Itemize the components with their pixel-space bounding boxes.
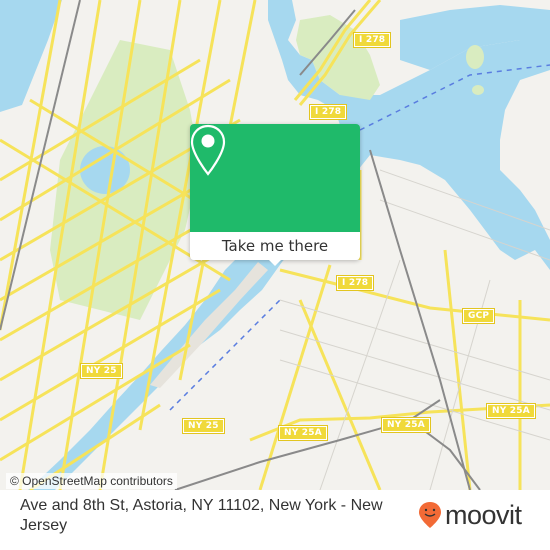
island: [472, 85, 484, 95]
take-me-there-button[interactable]: Take me there: [190, 232, 360, 260]
road-label-gcp: GCP: [463, 309, 495, 323]
road-label-i278: I 278: [337, 276, 374, 290]
road-label-i278: I 278: [354, 33, 391, 47]
road-label-ny25: NY 25: [183, 419, 224, 433]
popup-header: [190, 124, 360, 232]
address-text: Ave and 8th St, Astoria, NY 11102, New Y…: [20, 497, 383, 534]
footer: Ave and 8th St, Astoria, NY 11102, New Y…: [0, 490, 550, 550]
take-me-there-label: Take me there: [221, 237, 329, 255]
road-label-ny25a: NY 25A: [487, 404, 535, 418]
map-attribution[interactable]: © OpenStreetMap contributors: [6, 473, 177, 489]
take-me-there-popup[interactable]: Take me there: [190, 124, 360, 266]
location-pin-icon: [190, 124, 226, 176]
hudson-river: [0, 0, 62, 112]
reservoir: [80, 146, 130, 194]
road-label-ny25: NY 25: [81, 364, 122, 378]
road-label-ny25a: NY 25A: [279, 426, 327, 440]
moovit-logo-text: moovit: [445, 500, 522, 530]
popup-pointer: [267, 258, 283, 266]
road-label-ny25a: NY 25A: [382, 418, 430, 432]
island: [466, 45, 484, 69]
map-view[interactable]: I 278 I 278 I 278 GCP NY 25 NY 25 NY 25A…: [0, 0, 550, 490]
moovit-logo[interactable]: moovit: [418, 500, 522, 530]
road-label-i278: I 278: [310, 105, 347, 119]
moovit-pin-icon: [419, 502, 441, 528]
